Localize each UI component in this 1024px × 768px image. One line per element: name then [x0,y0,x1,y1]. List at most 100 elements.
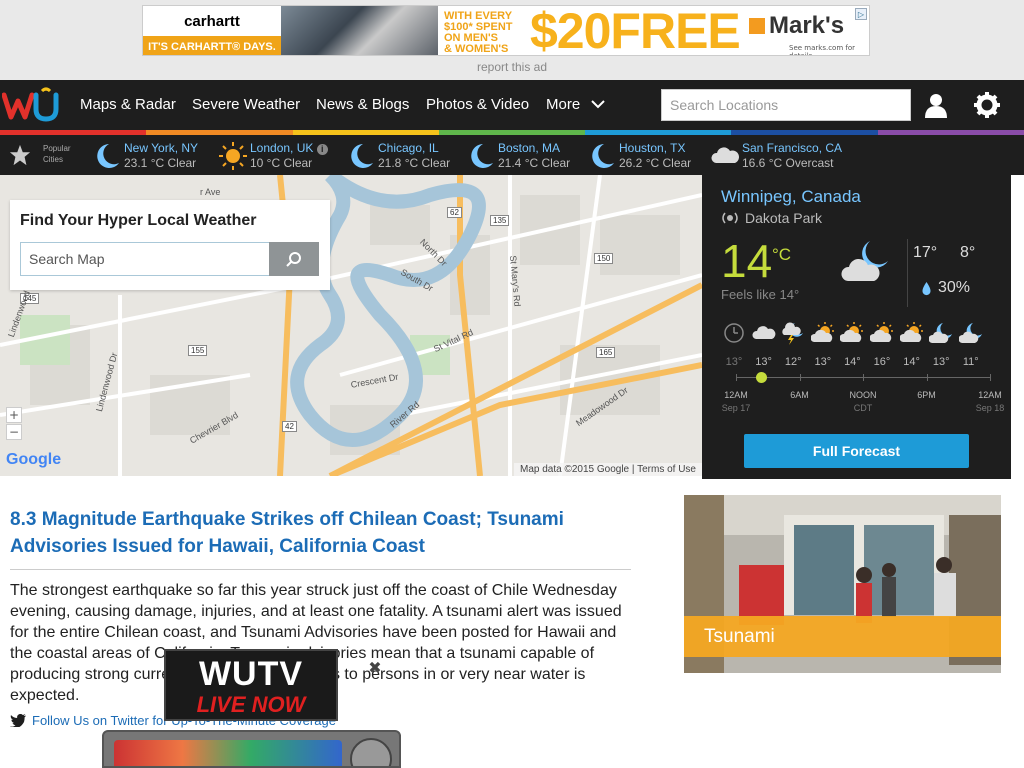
search-map-input[interactable]: Search Map [20,242,270,276]
timeline-tick [990,374,991,381]
search-icon [286,252,301,267]
sun-icon [219,142,247,170]
nav-maps-radar[interactable]: Maps & Radar [80,80,176,130]
local-map[interactable]: 62 135 145 155 42 150 165 r Ave Lindenwo… [0,175,702,476]
map-data-credit: Map data ©2015 Google [519,464,630,475]
ad-advertiser: Mark's [749,12,867,40]
wu-logo-icon[interactable] [2,87,62,123]
nav-photos-video[interactable]: Photos & Video [426,80,529,130]
timeline-label-time: 6PM [917,390,936,400]
street-label: r Ave [200,187,221,197]
moon-cloud-icon [929,323,953,343]
moon-icon [471,144,493,168]
ad-tagline: IT'S CARHARTT® DAYS. [143,36,281,55]
full-forecast-button[interactable]: Full Forecast [744,434,969,468]
city-condition: 21.4 °C Clear [498,156,571,170]
timeline-label: NOON CDT [843,389,883,415]
hourly-temp: 13° [814,356,832,368]
zoom-in-button[interactable]: + [6,407,22,423]
hyperlocal-widget: Find Your Hyper Local Weather Search Map [10,200,330,290]
tsunami-label: Tsunami [684,616,1001,657]
timeline-label-time: 12AM [978,390,1002,400]
road-shield: 62 [447,207,462,218]
thunderstorm-icon [782,322,804,345]
terms-of-use-link[interactable]: Terms of Use [637,464,696,475]
weather-city[interactable]: Winnipeg, Canada [721,187,861,207]
popular-label-line: Popular [43,144,71,153]
high-temp: 17° [913,244,938,261]
google-logo-text: Google [6,451,62,468]
wutv-live-badge[interactable]: WUTV LIVE NOW [164,649,338,721]
tsunami-story-card[interactable]: Tsunami [684,495,1001,673]
temp-unit[interactable]: °C [772,245,791,265]
tv-set-graphic[interactable] [102,730,401,768]
ad-fine-print: See marks.com for details [789,44,855,56]
partly-cloudy-icon [810,322,834,342]
moon-icon [351,144,373,168]
ad-advertiser-name: Mark's [769,12,845,39]
moon-cloud-icon [841,241,888,281]
city-name: Houston, TX [619,141,686,155]
timeline-label-sub: Sep 18 [975,403,1005,413]
clock-icon [724,323,744,343]
timeline-tick [863,374,864,381]
ad-brand: carhartt [143,6,281,36]
nav-more[interactable]: More [546,80,606,130]
ad-offer: WITH EVERY $100* SPENT ON MEN'S & WOMEN'… [440,6,540,55]
popular-label-line: Cities [43,155,64,164]
hourly-temp: 14° [844,356,861,368]
nav-severe-weather[interactable]: Severe Weather [192,80,300,130]
weather-station[interactable]: Dakota Park [721,210,822,226]
map-attribution: Map data ©2015 Google | Terms of Use [513,463,702,476]
city-name: New York, NY [124,141,199,155]
city-name: San Francisco, CA [742,141,843,155]
zoom-out-button[interactable]: − [6,424,22,440]
now-indicator [756,372,767,383]
city-name: Boston, MA [498,141,561,155]
city-name-text: London, UK [250,141,314,155]
hourly-temp: 13° [932,356,950,368]
search-map-button[interactable] [269,242,319,276]
raindrop-icon [922,282,931,296]
article-headline[interactable]: 8.3 Magnitude Earthquake Strikes off Chi… [10,506,630,560]
wutv-live-now: LIVE NOW [196,692,306,717]
search-locations-input[interactable]: Search Locations [661,89,911,121]
moon-icon [592,144,614,168]
info-icon[interactable]: i [316,144,328,155]
city-condition: 23.1 °C Clear [124,156,197,170]
twitter-icon [10,714,26,727]
report-ad-link[interactable]: report this ad [0,60,1024,74]
city-condition: 16.6 °C Overcast [742,156,834,170]
marks-logo-icon [749,18,765,34]
ad-choices-icon[interactable]: ▷ [855,8,867,20]
tv-knob-icon [350,738,392,766]
timeline-tick [736,374,737,381]
timeline-label: 6PM [907,389,947,402]
divider [907,239,908,307]
close-icon[interactable]: ✖ [368,660,382,676]
road-shield: 42 [282,421,297,432]
divider [10,569,631,570]
hourly-temp: 12° [784,356,802,368]
user-icon[interactable] [924,92,948,118]
timeline-tick [799,374,801,381]
gear-icon[interactable] [974,92,1000,118]
ad-offer-line: & WOMEN'S [444,43,509,55]
nav-news-blogs[interactable]: News & Blogs [316,80,409,130]
road-shield: 135 [490,215,510,226]
star-icon[interactable] [9,144,31,166]
top-nav: Maps & Radar Severe Weather News & Blogs… [0,80,1024,130]
google-logo[interactable]: Google [6,451,61,469]
station-signal-icon [722,212,738,224]
timeline-label: 12AM Sep 18 [970,389,1010,415]
road-shield: 150 [594,253,614,264]
ad-area: carhartt IT'S CARHARTT® DAYS. WITH EVERY… [0,0,1024,80]
partly-cloudy-icon [870,322,893,342]
city-condition: 26.2 °C Clear [619,156,692,170]
timeline-label-time: NOON [849,390,877,400]
precip-chance: 30% [938,279,971,296]
ad-banner[interactable]: carhartt IT'S CARHARTT® DAYS. WITH EVERY… [142,5,870,56]
timeline-label-time: 12AM [724,390,748,400]
timeline-label: 12AM Sep 17 [716,389,756,415]
timeline-label-sub: Sep 17 [721,403,751,413]
